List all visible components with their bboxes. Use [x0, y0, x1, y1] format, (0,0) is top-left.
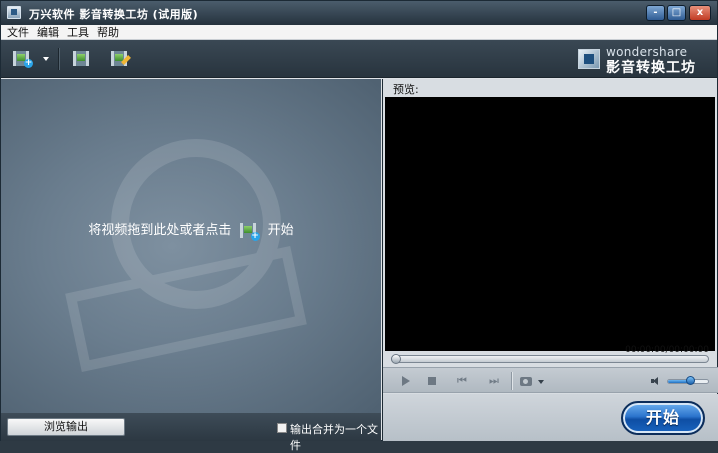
add-video-hint-icon[interactable]: +: [239, 222, 260, 241]
menu-tools[interactable]: 工具: [65, 25, 91, 40]
drop-hint-text: 将视频拖到此处或者点击: [88, 223, 232, 238]
maximize-button[interactable]: □: [667, 5, 686, 21]
file-drop-zone[interactable]: 将视频拖到此处或者点击 + 开始: [1, 79, 381, 413]
edit-video-icon[interactable]: [111, 49, 131, 69]
menu-help[interactable]: 帮助: [95, 25, 121, 40]
snapshot-icon[interactable]: [517, 374, 532, 388]
start-button[interactable]: 开始: [621, 401, 705, 435]
drop-hint: 将视频拖到此处或者点击 + 开始: [1, 219, 381, 241]
seek-handle[interactable]: [391, 354, 401, 364]
output-bar: 浏览输出 输出合并为一个文件: [1, 413, 381, 452]
playback-controls: ⏮ ⏭: [383, 367, 718, 393]
title-bar[interactable]: 万兴软件 影音转换工坊 (试用版) - □ x: [1, 1, 717, 25]
prev-icon[interactable]: ⏮: [455, 374, 469, 388]
seek-bar[interactable]: [391, 354, 709, 364]
dropdown-arrow-icon[interactable]: [43, 57, 49, 61]
close-button[interactable]: x: [689, 5, 711, 21]
toolbar-separator: [58, 48, 59, 70]
browse-output-button[interactable]: 浏览输出: [7, 418, 125, 436]
wondershare-logo-icon: [578, 49, 600, 69]
video-preview: [385, 97, 715, 351]
film-reel-watermark-icon: [65, 119, 311, 373]
window-title: 万兴软件 影音转换工坊 (试用版): [29, 8, 199, 21]
app-icon: [7, 6, 21, 19]
controls-separator: [511, 372, 512, 390]
start-area: 开始: [383, 394, 718, 441]
add-video-icon[interactable]: +: [13, 49, 33, 69]
plus-icon: +: [250, 230, 260, 241]
merge-video-icon[interactable]: [73, 49, 93, 69]
menu-file[interactable]: 文件: [5, 25, 31, 40]
toolbar: + wondershare 影音转换工坊: [1, 40, 717, 78]
film-icon: [73, 51, 89, 66]
merge-output-label: 输出合并为一个文件: [290, 423, 378, 452]
merge-output-checkbox[interactable]: [277, 423, 287, 433]
preview-label: 预览:: [393, 83, 419, 96]
time-readout: 00:00:00/00:00:00: [625, 345, 709, 355]
stop-icon[interactable]: [425, 374, 439, 388]
snapshot-dropdown-icon[interactable]: [538, 380, 544, 384]
plus-icon: +: [24, 58, 33, 68]
menu-edit[interactable]: 编辑: [35, 25, 61, 40]
minimize-button[interactable]: -: [646, 5, 665, 21]
menu-bar: 文件 编辑 工具 帮助: [1, 25, 717, 40]
next-icon[interactable]: ⏭: [487, 374, 501, 388]
volume-slider[interactable]: [667, 376, 709, 385]
main-window: 万兴软件 影音转换工坊 (试用版) - □ x 文件 编辑 工具 帮助 + wonde…: [0, 0, 718, 452]
brand-logo: wondershare 影音转换工坊: [578, 45, 713, 76]
play-icon[interactable]: [399, 374, 413, 388]
volume-handle[interactable]: [686, 376, 695, 385]
preview-panel: 预览: 00:00:00/00:00:00 ⏮ ⏭ 开始: [382, 79, 718, 441]
drop-hint-start: 开始: [267, 223, 294, 238]
volume-icon[interactable]: [651, 377, 660, 385]
brand-name-cn: 影音转换工坊: [606, 60, 696, 76]
